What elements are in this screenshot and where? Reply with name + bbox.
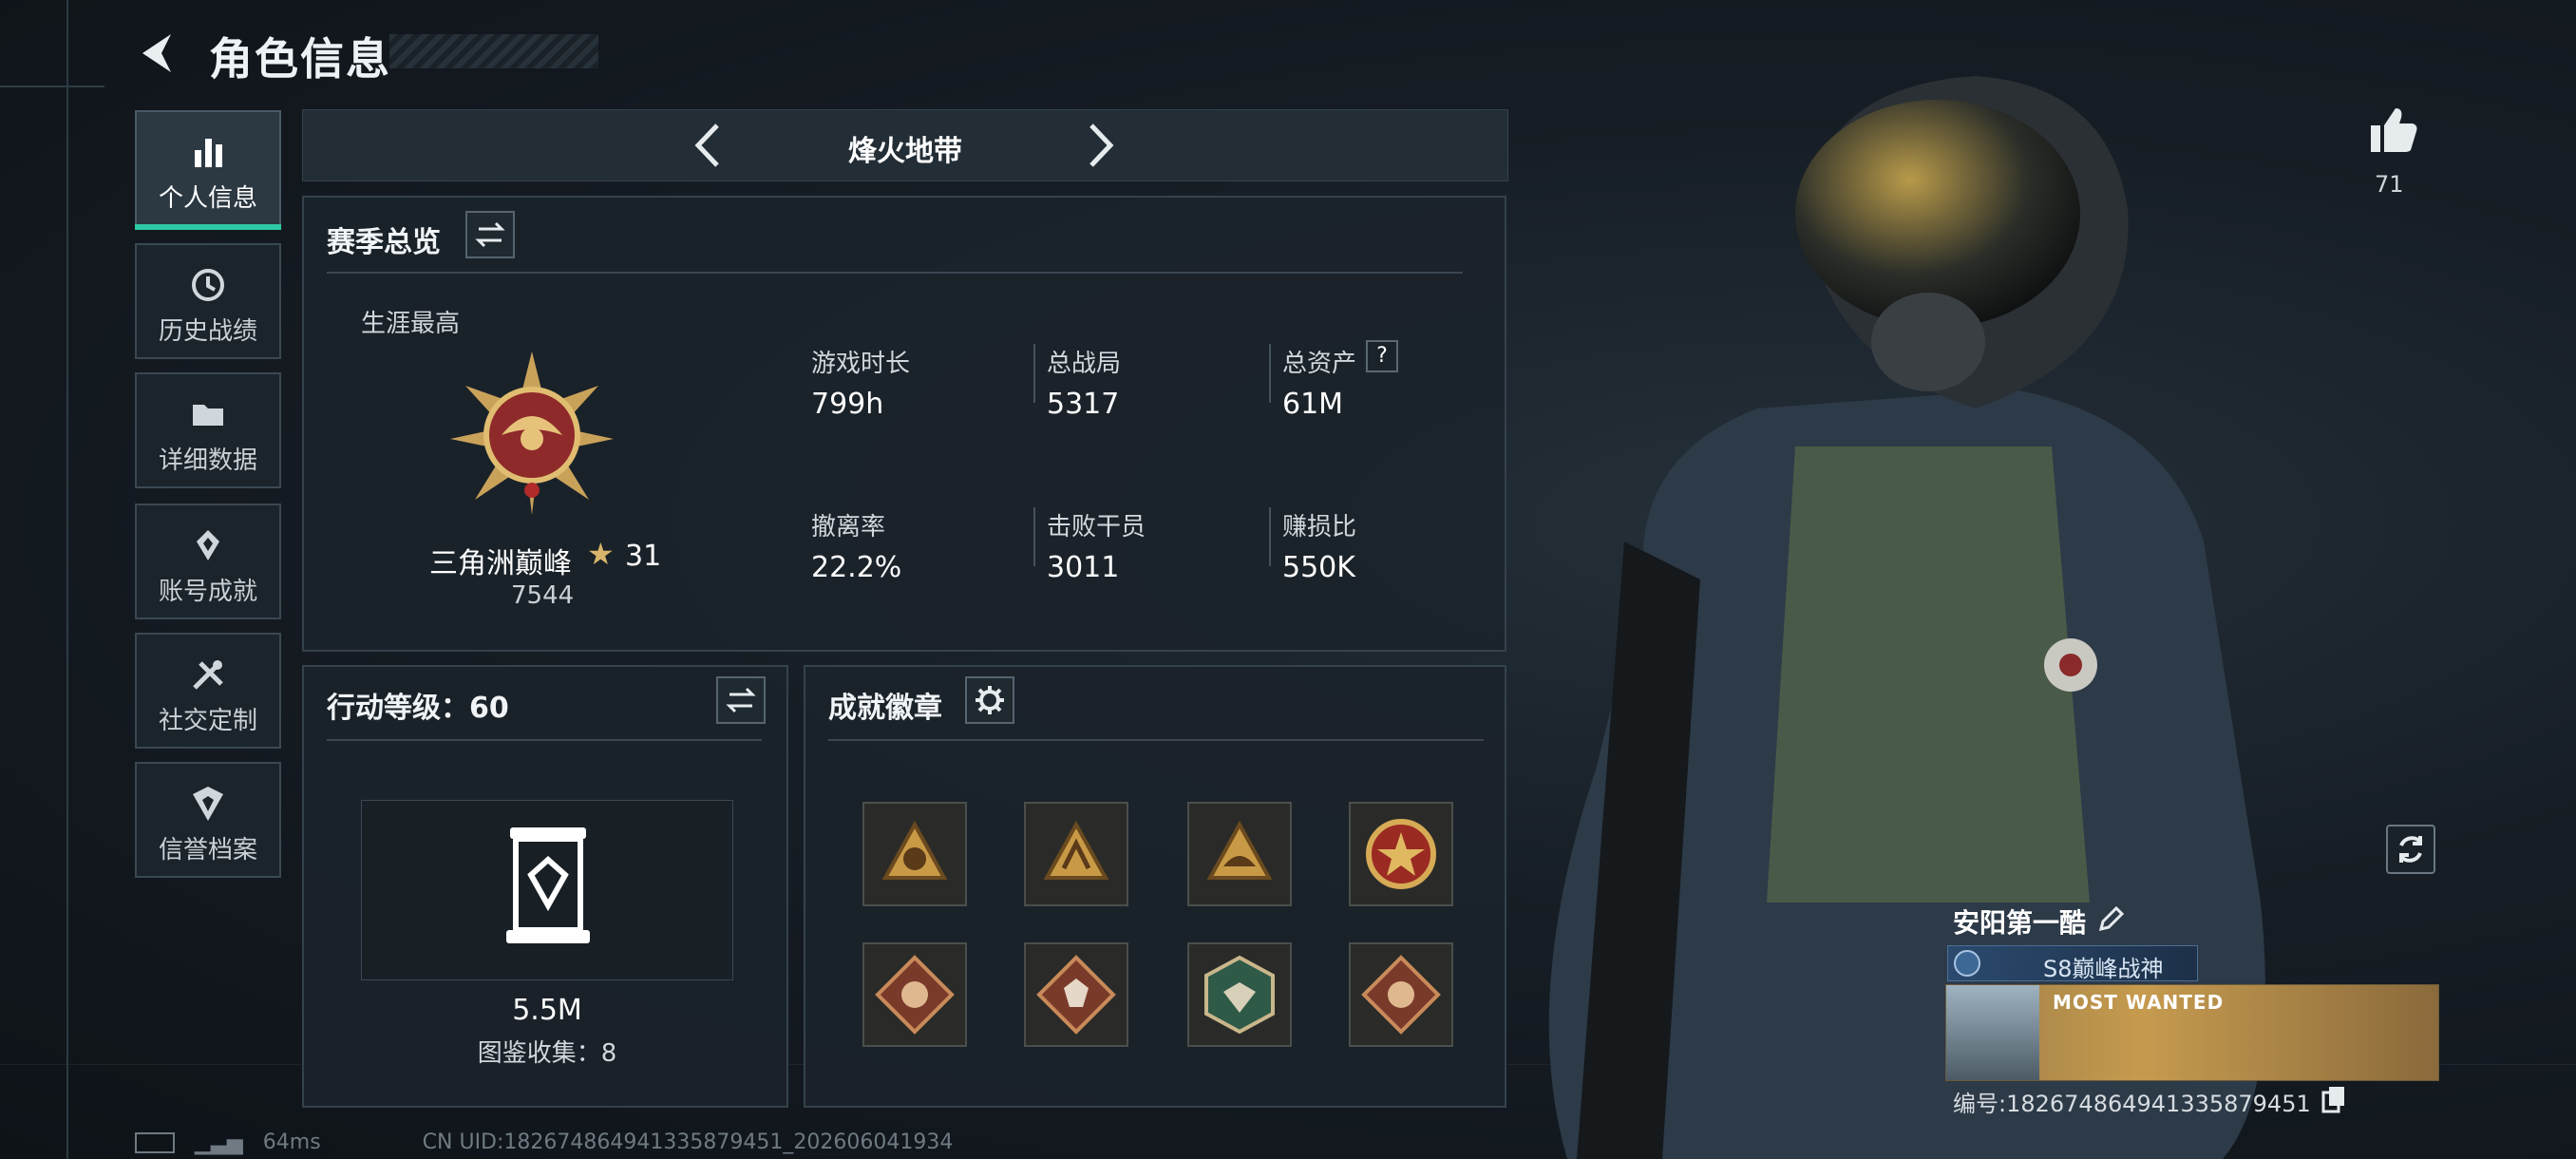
sidebar-item-label: 个人信息	[158, 184, 257, 213]
stat-value: 5317	[1047, 388, 1120, 421]
page-title: 角色信息	[209, 33, 391, 85]
season-title: 赛季总览	[327, 226, 441, 259]
battery-icon	[135, 1132, 175, 1153]
rank-emblem-icon	[450, 352, 614, 515]
ping-value: 64ms	[262, 1130, 321, 1154]
sidebar-item-credit[interactable]: 信誉档案	[135, 762, 281, 878]
badge-slot[interactable]	[1187, 802, 1292, 906]
stat-label: 赚损比	[1282, 513, 1357, 542]
gear-icon	[975, 686, 1004, 714]
action-switch-button[interactable]	[716, 676, 766, 724]
season-overview-panel: 赛季总览 生涯最高 三角洲巅峰 ★ 31 7544 游戏时长 799h 总战局 …	[302, 196, 1506, 652]
stat-value: 799h	[811, 388, 884, 421]
swap-icon	[726, 687, 756, 713]
stat-value: 22.2%	[811, 551, 902, 584]
triangle-badge-icon	[881, 820, 948, 880]
badge-slot[interactable]	[1349, 942, 1453, 1047]
stat-value: 3011	[1047, 551, 1120, 584]
diamond-badge-icon	[1361, 955, 1441, 1035]
chevron-right-icon[interactable]	[1074, 120, 1126, 171]
hexagon-badge-icon	[1204, 955, 1275, 1035]
sidebar-item-label: 社交定制	[158, 707, 257, 735]
achievement-icon	[197, 530, 219, 560]
stat-label: 撤离率	[811, 513, 886, 542]
career-best-label: 生涯最高	[361, 310, 461, 338]
sidebar-item-detailed-data[interactable]: 详细数据	[135, 372, 281, 488]
collection-frame	[361, 800, 733, 980]
badge-slot[interactable]	[1349, 802, 1453, 906]
collection-count: 图鉴收集：8	[477, 1039, 617, 1068]
sidebar-item-label: 信誉档案	[158, 836, 257, 864]
card-banner-text: MOST WANTED	[2053, 991, 2225, 1014]
copy-icon[interactable]	[2321, 1085, 2346, 1113]
action-level-panel: 行动等级：60 5.5M 图鉴收集：8	[302, 665, 788, 1108]
stat-value: 550K	[1282, 551, 1355, 584]
badges-title: 成就徽章	[828, 692, 942, 725]
round-medal-icon	[1366, 819, 1436, 889]
stat-label: 总战局	[1047, 350, 1122, 378]
triangle-badge-icon	[1206, 820, 1273, 880]
shield-icon	[193, 787, 223, 821]
rank-score: 7544	[511, 581, 575, 610]
badge-slot[interactable]	[1024, 802, 1128, 906]
collection-case-icon	[506, 827, 590, 943]
sidebar-item-label: 历史战绩	[158, 317, 257, 346]
stat-label: 游戏时长	[811, 350, 911, 378]
stat-label: 击败干员	[1047, 513, 1146, 542]
help-icon[interactable]: ?	[1366, 340, 1398, 372]
stat-value: 61M	[1282, 388, 1344, 421]
player-id: 编号:182674864941335879451	[1953, 1091, 2311, 1117]
star-icon: ★	[587, 536, 615, 572]
mode-label: 烽火地带	[848, 135, 962, 168]
title-badge: S8巅峰战神	[1947, 945, 2198, 982]
history-icon	[192, 269, 224, 301]
stat-label: 总资产	[1282, 350, 1357, 378]
refresh-button[interactable]	[2386, 825, 2435, 874]
badge-slot[interactable]	[862, 942, 967, 1047]
swap-icon	[475, 221, 505, 248]
badge-slot[interactable]	[1024, 942, 1128, 1047]
sidebar-item-history[interactable]: 历史战绩	[135, 243, 281, 359]
achievement-badges-panel: 成就徽章	[804, 665, 1506, 1108]
uid-text: CN UID:182674864941335879451_20260604193…	[422, 1130, 954, 1154]
mode-selector: 烽火地带	[302, 109, 1508, 181]
player-card-banner: MOST WANTED	[1945, 984, 2439, 1081]
season-switch-button[interactable]	[465, 211, 515, 258]
card-avatar	[1946, 985, 2039, 1080]
sidebar-item-label: 详细数据	[158, 446, 257, 475]
collection-value: 5.5M	[512, 994, 582, 1027]
folder-icon	[193, 405, 223, 426]
diamond-badge-icon	[875, 955, 955, 1035]
tools-icon	[193, 660, 223, 690]
sidebar-item-social[interactable]: 社交定制	[135, 633, 281, 749]
refresh-icon	[2399, 836, 2422, 863]
action-level-title: 行动等级：60	[327, 692, 509, 725]
sidebar-item-label: 账号成就	[158, 578, 257, 606]
back-arrow-icon[interactable]	[133, 28, 182, 78]
title-emblem-icon	[1954, 950, 1980, 977]
title-badge-text: S8巅峰战神	[2043, 956, 2164, 982]
edit-icon[interactable]	[2095, 904, 2126, 935]
badge-slot[interactable]	[1187, 942, 1292, 1047]
player-name: 安阳第一酷	[1953, 907, 2087, 939]
diamond-badge-icon	[1036, 955, 1116, 1035]
thumbs-up-icon[interactable]	[2365, 103, 2420, 158]
like-count: 71	[2375, 171, 2404, 198]
triangle-badge-icon	[1043, 820, 1109, 880]
signal-icon: ▁▃▅	[195, 1130, 243, 1155]
rank-name: 三角洲巅峰	[429, 547, 572, 580]
status-bar: ▁▃▅ 64ms CN UID:182674864941335879451_20…	[135, 1130, 953, 1155]
sidebar-item-achievements[interactable]: 账号成就	[135, 504, 281, 619]
sidebar-item-personal-info[interactable]: 个人信息	[135, 110, 281, 230]
rank-stars: 31	[625, 540, 662, 573]
badges-settings-button[interactable]	[965, 676, 1014, 724]
bar-chart-icon	[195, 139, 222, 167]
badge-slot[interactable]	[862, 802, 967, 906]
title-decoration	[389, 34, 598, 68]
